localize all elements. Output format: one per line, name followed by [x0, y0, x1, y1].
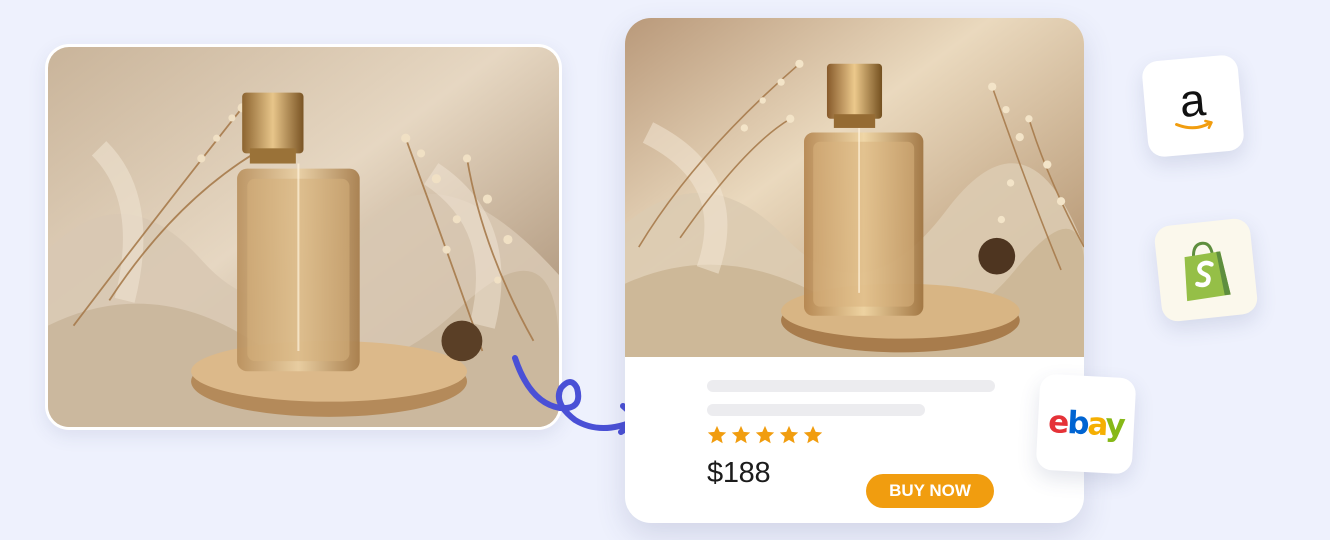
- ebay-logo-letter: e: [1047, 404, 1069, 441]
- shopify-badge: [1153, 217, 1259, 323]
- perfume-photo-enhanced: [625, 18, 1084, 357]
- star-icon: [803, 425, 823, 444]
- product-price: $188: [707, 457, 771, 489]
- ebay-logo-icon: ebay: [1047, 404, 1124, 444]
- amazon-logo-icon: a: [1171, 73, 1215, 133]
- star-icon: [755, 425, 775, 444]
- star-rating: [706, 424, 824, 446]
- amazon-smile-icon: [1175, 119, 1213, 130]
- subtitle-placeholder-line: [707, 404, 925, 416]
- ebay-badge: ebay: [1035, 373, 1137, 475]
- star-icon: [779, 425, 799, 444]
- star-icon: [707, 425, 727, 444]
- source-photo-card: [45, 44, 562, 430]
- amazon-logo-letter: a: [1177, 73, 1208, 128]
- product-listing-card: $188 BUY NOW: [625, 18, 1084, 523]
- title-placeholder-line: [707, 380, 995, 392]
- buy-now-button[interactable]: BUY NOW: [866, 474, 994, 508]
- ebay-logo-letter: y: [1104, 407, 1125, 444]
- shopify-bag-icon: [1184, 241, 1231, 302]
- perfume-photo-original: [48, 47, 559, 427]
- ebay-logo-letter: b: [1066, 405, 1089, 443]
- star-icon: [731, 425, 751, 444]
- amazon-badge: a: [1140, 53, 1246, 159]
